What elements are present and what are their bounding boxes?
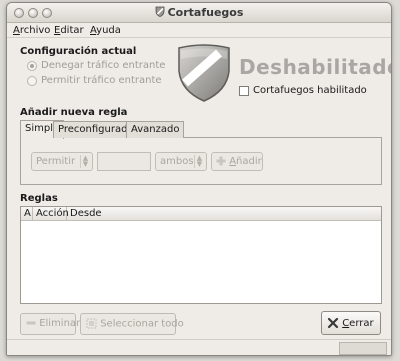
- radio-deny-indicator[interactable]: [27, 61, 37, 71]
- shield-icon: [155, 6, 164, 17]
- minus-icon: [26, 321, 36, 325]
- status-bar-panel: [339, 342, 387, 355]
- menu-bar: Archivo Editar Ayuda: [7, 23, 391, 38]
- firewall-window: Cortafuegos Archivo Editar Ayuda Configu…: [6, 2, 392, 356]
- action-select-value: Permitir: [36, 156, 76, 167]
- menu-archivo-rest: rchivo: [19, 25, 51, 36]
- window-title-container: Cortafuegos: [7, 6, 391, 19]
- direction-select-value: ambos: [160, 156, 194, 167]
- firewall-enable-checkbox[interactable]: [239, 86, 249, 96]
- rules-list[interactable]: A Acción Desde: [20, 206, 382, 304]
- select-arrows-icon: ▲ ▼: [80, 155, 90, 168]
- status-bar: [7, 339, 391, 355]
- rules-section-title: Reglas: [20, 193, 58, 204]
- radio-allow-incoming[interactable]: Permitir tráfico entrante: [27, 75, 177, 87]
- column-header-action[interactable]: Acción: [33, 207, 69, 221]
- add-rule-button[interactable]: Añadir: [211, 152, 263, 171]
- menu-archivo[interactable]: Archivo: [13, 25, 50, 36]
- select-all-button-label: Seleccionar todo: [100, 318, 184, 330]
- radio-allow-label: Permitir tráfico entrante: [41, 75, 162, 86]
- firewall-enable-label: Cortafuegos habilitado: [253, 85, 367, 96]
- remove-button-label: Eliminar: [39, 318, 81, 329]
- radio-deny-label: Denegar tráfico entrante: [41, 60, 166, 71]
- tab-advanced[interactable]: Avanzado: [126, 121, 185, 138]
- menu-archivo-mnemonic: A: [13, 25, 20, 36]
- menu-editar-rest: ditar: [60, 25, 84, 36]
- title-bar: Cortafuegos: [7, 3, 391, 23]
- remove-button[interactable]: Eliminar: [20, 313, 80, 335]
- plus-icon: [216, 156, 226, 166]
- select-arrows-icon: ▲ ▼: [194, 155, 204, 168]
- close-button-rest: errar: [349, 318, 374, 329]
- menu-editar[interactable]: Editar: [54, 25, 84, 36]
- add-button-rest: ñadir: [236, 156, 262, 167]
- select-all-button[interactable]: Seleccionar todo: [80, 313, 184, 335]
- shield-icon: [178, 44, 230, 102]
- menu-ayuda-rest: yuda: [96, 25, 121, 36]
- tab-panel-simple: Permitir ▲ ▼ ambos ▲ ▼ Añadir: [20, 137, 382, 185]
- add-button-mnemonic: A: [229, 156, 237, 167]
- select-all-icon: [86, 318, 97, 329]
- add-rule-section-title: Añadir nueva regla: [20, 107, 128, 118]
- action-select[interactable]: Permitir ▲ ▼: [31, 152, 93, 171]
- firewall-status-text: Deshabilitado: [239, 55, 392, 79]
- window-title: Cortafuegos: [167, 6, 244, 19]
- column-header-from[interactable]: Desde: [67, 207, 383, 221]
- port-input[interactable]: [97, 152, 151, 171]
- menu-ayuda[interactable]: Ayuda: [90, 25, 121, 36]
- direction-select[interactable]: ambos ▲ ▼: [155, 152, 207, 171]
- config-section-title: Configuración actual: [20, 46, 137, 57]
- column-header-a[interactable]: A: [21, 207, 33, 221]
- radio-deny-incoming[interactable]: Denegar tráfico entrante: [27, 60, 177, 72]
- radio-allow-indicator[interactable]: [27, 76, 37, 86]
- close-button[interactable]: Cerrar: [321, 311, 381, 335]
- close-x-icon: [327, 317, 339, 329]
- rules-list-header: A Acción Desde: [21, 207, 381, 221]
